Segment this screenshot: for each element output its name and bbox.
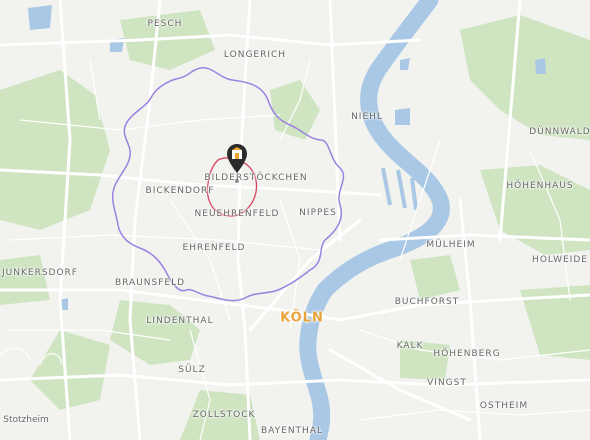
district-label-braunsfeld: BRAUNSFELD <box>114 278 186 288</box>
district-label-bickendorf: BICKENDORF <box>145 186 215 196</box>
district-label-zollstock: ZOLLSTOCK <box>192 410 256 420</box>
district-label-neuehrenfeld: NEUEHRENFELD <box>194 209 280 219</box>
district-label-vingst: VINGST <box>427 378 467 388</box>
district-label-buchforst: BUCHFORST <box>394 297 460 307</box>
district-label-bilderstockchen: BILDERSTÖCKCHEN <box>204 173 308 183</box>
location-marker[interactable] <box>226 143 248 187</box>
district-label-sulz: SÜLZ <box>178 365 206 375</box>
district-label-ostheim: OSTHEIM <box>479 401 529 411</box>
district-label-niehl: NIEHL <box>351 112 383 122</box>
district-label-holweide: HOLWEIDE <box>532 255 588 265</box>
district-label-pesch: PESCH <box>147 19 183 29</box>
place-label-stotzheim: Stotzheim <box>3 415 49 425</box>
district-label-longerich: LONGERICH <box>223 50 287 60</box>
district-label-hohenberg: HÖHENBERG <box>433 349 501 359</box>
district-label-kalk: KALK <box>396 341 424 351</box>
district-label-ehrenfeld: EHRENFELD <box>182 243 246 253</box>
map-canvas[interactable]: PESCH LONGERICH NIEHL DÜNNWALD BICKENDOR… <box>0 0 590 440</box>
map-layer <box>0 0 590 440</box>
district-label-hohenhaus: HÖHENHAUS <box>506 181 574 191</box>
district-label-bayenthal: BAYENTHAL <box>261 426 323 436</box>
district-label-mulheim: MÜLHEIM <box>426 240 476 250</box>
district-label-junkersdorf: JUNKERSDORF <box>2 268 78 278</box>
district-label-lindenthal: LINDENTHAL <box>146 316 214 326</box>
city-label: KÖLN <box>280 310 324 326</box>
district-label-nippes: NIPPES <box>299 208 337 218</box>
district-label-dunnwald: DÜNNWALD <box>529 127 590 137</box>
